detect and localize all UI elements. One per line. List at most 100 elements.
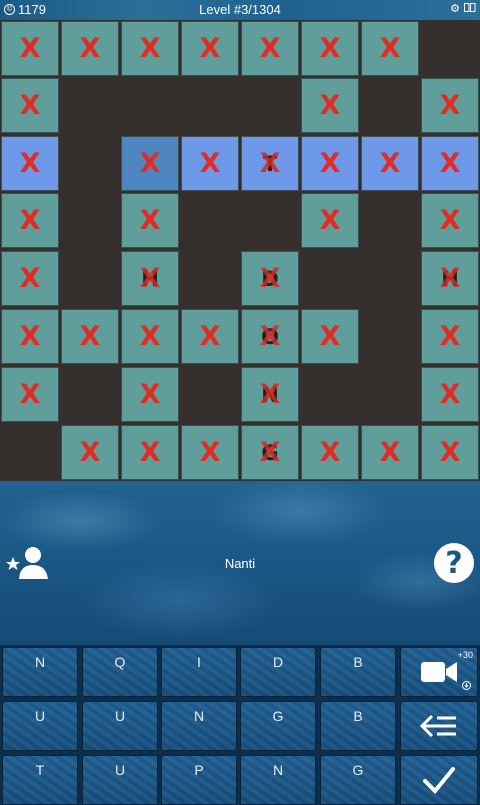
cross-mark: X <box>319 437 341 468</box>
cross-mark: X <box>79 437 101 468</box>
letter-key-r2c2[interactable]: P <box>161 755 237 805</box>
top-icons: ⚙ <box>450 2 476 15</box>
letter-key-r1c3[interactable]: G <box>240 701 316 751</box>
grid-cell-r4c0[interactable]: X <box>1 251 59 306</box>
backspace-icon <box>420 714 456 738</box>
grid-cell-r1c7[interactable]: X <box>421 78 479 133</box>
cross-mark: X <box>379 148 401 179</box>
grid-cell-r2c3[interactable]: X <box>181 136 239 191</box>
help-button[interactable]: ? <box>434 543 474 583</box>
grid-cell-r0c5[interactable]: X <box>301 21 359 76</box>
letter-key-r0c0[interactable]: N <box>2 647 78 697</box>
settings-icon[interactable]: ⚙ <box>450 2 460 15</box>
confirm-button[interactable] <box>400 755 478 805</box>
grid-cell-r7c5[interactable]: X <box>301 425 359 480</box>
grid-cell-r0c3[interactable]: X <box>181 21 239 76</box>
cell-letter: TX <box>255 149 285 179</box>
grid-cell-r0c4[interactable]: X <box>241 21 299 76</box>
cross-mark: X <box>259 437 281 468</box>
letter-key-r0c2[interactable]: I <box>161 647 237 697</box>
cross-mark: X <box>19 90 41 121</box>
grid-cell-r1c5[interactable]: X <box>301 78 359 133</box>
grid-cell-r0c6[interactable]: X <box>361 21 419 76</box>
video-badge: +30 <box>457 650 473 660</box>
grid-cell-r3c5[interactable]: X <box>301 193 359 248</box>
letter-key-r1c2[interactable]: N <box>161 701 237 751</box>
grid-cell-r2c0[interactable]: X <box>1 136 59 191</box>
cross-mark: X <box>319 90 341 121</box>
grid-cell-r0c1[interactable]: X <box>61 21 119 76</box>
cross-mark: X <box>439 90 461 121</box>
letter-key-r1c0[interactable]: U <box>2 701 78 751</box>
cross-mark: X <box>319 33 341 64</box>
cross-mark: X <box>19 321 41 352</box>
grid-cell-r0c0[interactable]: X <box>1 21 59 76</box>
letter-key-r0c4[interactable]: B <box>320 647 396 697</box>
video-camera-icon <box>421 662 457 682</box>
cross-mark: X <box>259 263 281 294</box>
cross-mark: X <box>139 379 161 410</box>
letter-key-r2c1[interactable]: U <box>82 755 158 805</box>
grid-cell-r5c1[interactable]: X <box>61 309 119 364</box>
grid-cell-r7c3[interactable]: X <box>181 425 239 480</box>
cross-mark: X <box>19 379 41 410</box>
grid-cell-r5c5[interactable]: X <box>301 309 359 364</box>
cross-mark: X <box>439 148 461 179</box>
grid-cell-r2c4[interactable]: TX <box>241 136 299 191</box>
letter-key-r2c4[interactable]: G <box>320 755 396 805</box>
cross-mark: X <box>259 148 281 179</box>
grid-cell-r2c6[interactable]: X <box>361 136 419 191</box>
grid-cell-r3c2[interactable]: X <box>121 193 179 248</box>
letter-key-r0c1[interactable]: Q <box>82 647 158 697</box>
cross-mark: X <box>439 437 461 468</box>
grid-cell-r7c7[interactable]: X <box>421 425 479 480</box>
grid-cell-r6c7[interactable]: X <box>421 367 479 422</box>
grid-cell-r2c2[interactable]: X <box>121 136 179 191</box>
letter-key-r1c1[interactable]: U <box>82 701 158 751</box>
clue-area: Nanti ? <box>0 481 480 645</box>
letter-key-r1c4[interactable]: B <box>320 701 396 751</box>
backspace-button[interactable] <box>400 701 478 751</box>
grid-cell-r5c3[interactable]: X <box>181 309 239 364</box>
grid-cell-r1c0[interactable]: X <box>1 78 59 133</box>
grid-cell-r6c0[interactable]: X <box>1 367 59 422</box>
grid-cell-r5c7[interactable]: X <box>421 309 479 364</box>
grid-cell-r6c2[interactable]: X <box>121 367 179 422</box>
grid-cell-r4c2[interactable]: HX <box>121 251 179 306</box>
cell-letter: DX <box>255 264 285 294</box>
cross-mark: X <box>139 437 161 468</box>
level-indicator: Level #3/1304 <box>199 2 281 17</box>
grid-cell-r3c0[interactable]: X <box>1 193 59 248</box>
grid-cell-r2c7[interactable]: X <box>421 136 479 191</box>
grid-cell-r7c1[interactable]: X <box>61 425 119 480</box>
grid-cell-r4c7[interactable]: HX <box>421 251 479 306</box>
puzzle-grid: XXXXXXXXXXXXXTXXXXXXXXXHXDXHXXXXXOXXXXXN… <box>0 20 480 481</box>
video-hint-button[interactable]: +30 <box>400 647 478 697</box>
cross-mark: X <box>199 321 221 352</box>
letter-key-r0c3[interactable]: D <box>240 647 316 697</box>
grid-cell-r5c4[interactable]: OX <box>241 309 299 364</box>
cross-mark: X <box>259 379 281 410</box>
grid-cell-r3c7[interactable]: X <box>421 193 479 248</box>
cell-letter: GX <box>255 438 285 468</box>
grid-cell-r7c6[interactable]: X <box>361 425 419 480</box>
cross-mark: X <box>79 33 101 64</box>
cell-letter: HX <box>135 264 165 294</box>
cross-mark: X <box>139 263 161 294</box>
grid-cell-r6c4[interactable]: NX <box>241 367 299 422</box>
letter-keyboard: +30 NQIDBUUNGBTUPNG <box>0 645 480 805</box>
grid-cell-r4c4[interactable]: DX <box>241 251 299 306</box>
grid-cell-r2c5[interactable]: X <box>301 136 359 191</box>
letter-key-r2c3[interactable]: N <box>240 755 316 805</box>
slides-icon[interactable] <box>464 2 476 15</box>
cross-mark: X <box>439 379 461 410</box>
grid-cell-r7c2[interactable]: X <box>121 425 179 480</box>
letter-key-r2c0[interactable]: T <box>2 755 78 805</box>
grid-cell-r7c4[interactable]: GX <box>241 425 299 480</box>
cross-mark: X <box>139 321 161 352</box>
cross-mark: X <box>139 205 161 236</box>
cross-mark: X <box>319 321 341 352</box>
grid-cell-r0c2[interactable]: X <box>121 21 179 76</box>
grid-cell-r5c0[interactable]: X <box>1 309 59 364</box>
grid-cell-r5c2[interactable]: X <box>121 309 179 364</box>
